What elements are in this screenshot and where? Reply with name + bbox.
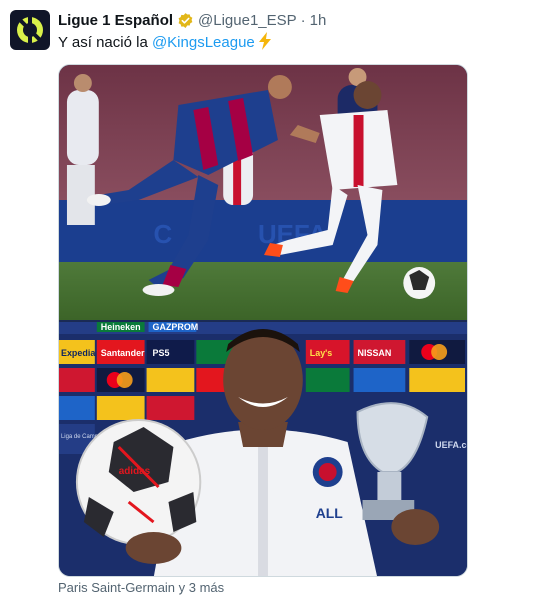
board-nissan: NISSAN — [358, 348, 392, 358]
lightning-bolt-icon — [258, 32, 271, 50]
tweet-text-prefix: Y así nació la — [58, 34, 152, 51]
board-expedia: Expedia — [61, 348, 96, 358]
tweet-media[interactable]: C UEFA Heineken GAZPROM Expedia Santande… — [58, 64, 468, 577]
ball-brand: adidas — [119, 466, 151, 477]
board-gazprom: GAZPROM — [153, 322, 199, 332]
author-display-name[interactable]: Ligue 1 Español — [58, 12, 173, 29]
svg-text:C: C — [154, 221, 173, 249]
player-trophy-photo[interactable]: Heineken GAZPROM Expedia Santander PS5 L… — [59, 322, 467, 576]
board-ps5: PS5 — [153, 348, 170, 358]
tagged-users[interactable]: Paris Saint-Germain y 3 más — [58, 580, 224, 595]
gold-verified-icon[interactable] — [177, 12, 194, 29]
tweet-timestamp[interactable]: 1h — [310, 12, 327, 29]
ligue1-logo-icon — [17, 15, 43, 45]
trophy-label: UEFA.com — [435, 440, 467, 450]
match-action-photo[interactable]: C UEFA — [59, 65, 467, 320]
tweet-header: Ligue 1 Español @Ligue1_ESP · 1h — [58, 10, 326, 30]
board-heineken: Heineken — [101, 322, 141, 332]
shirt-sponsor: ALL — [316, 505, 344, 521]
board-lays: Lay's — [310, 348, 333, 358]
board-santander: Santander — [101, 348, 145, 358]
author-handle[interactable]: @Ligue1_ESP — [198, 12, 297, 29]
mention-link[interactable]: @KingsLeague — [152, 34, 255, 51]
tweet-text: Y así nació la @KingsLeague — [58, 32, 272, 53]
author-avatar[interactable] — [10, 10, 50, 50]
tweet-card[interactable]: Ligue 1 Español @Ligue1_ESP · 1h Y así n… — [0, 0, 538, 597]
separator-dot: · — [300, 11, 306, 29]
